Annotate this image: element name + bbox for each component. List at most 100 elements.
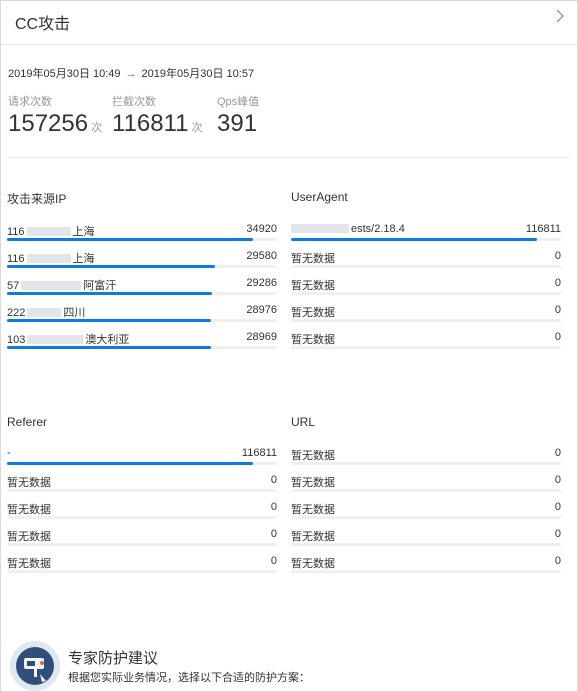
time-start: 2019年05月30日 10:49	[8, 68, 121, 80]
progress-fill	[7, 346, 211, 349]
expert-title: 专家防护建议	[68, 650, 159, 667]
row-value: 0	[270, 528, 277, 540]
progress-fill	[7, 292, 213, 295]
list-item: 暂无数据 0	[291, 501, 561, 528]
ip-location: 阿富汗	[83, 280, 117, 292]
progress-track	[7, 543, 277, 546]
list-item: 暂无数据 0	[291, 277, 561, 304]
progress-track	[291, 346, 561, 349]
row-value: 116811	[241, 447, 277, 459]
expert-avatar-icon	[10, 641, 60, 691]
stat-label: 拦截次数	[112, 96, 156, 108]
row-value: 0	[554, 474, 561, 486]
section-source-ip: 攻击来源IP 116 上海 34920 116 上海 29580 57 阿富汗 292…	[7, 190, 277, 360]
row-key: 暂无数据	[7, 531, 51, 543]
row-value: 0	[270, 501, 277, 513]
row-key: 暂无数据	[7, 558, 51, 570]
close-icon[interactable]	[555, 9, 569, 23]
progress-fill	[7, 238, 253, 241]
progress-track	[291, 265, 561, 268]
section-title: UserAgent	[291, 190, 348, 204]
stat-requests: 请求次数 157256 次	[8, 93, 102, 141]
expert-advice: 专家防护建议 根据您实际业务情况，选择以下合适的防护方案：	[10, 641, 570, 691]
list-item: 暂无数据 0	[7, 501, 277, 528]
list-item: 暂无数据 0	[291, 474, 561, 501]
ip-prefix: 222	[7, 307, 26, 319]
stat-value: 116811	[112, 110, 189, 137]
section-title: Referer	[7, 415, 48, 429]
row-value: 0	[554, 447, 561, 459]
list-item: ests/2.18.4 116811	[291, 223, 561, 250]
ip-location: 四川	[63, 307, 86, 319]
section-title: 攻击来源IP	[7, 192, 67, 206]
row-key: 暂无数据	[7, 504, 51, 516]
stat-qps-peak: Qps峰值 391	[217, 93, 260, 141]
progress-track	[7, 346, 277, 349]
list-item: 103 澳大利亚 28969	[7, 331, 277, 358]
row-value: 0	[554, 304, 561, 316]
list-item: 暂无数据 0	[7, 474, 277, 501]
panel-header: CC攻击	[1, 1, 577, 45]
progress-track	[291, 238, 561, 241]
list-item: 暂无数据 0	[291, 447, 561, 474]
progress-track	[7, 570, 277, 573]
row-value: 29286	[246, 277, 277, 289]
row-value: 0	[554, 277, 561, 289]
list-item: 暂无数据 0	[291, 555, 561, 582]
section-title: URL	[291, 415, 316, 429]
progress-track	[291, 319, 561, 322]
progress-track	[7, 265, 277, 268]
stat-label: 请求次数	[8, 96, 52, 108]
stat-blocked: 拦截次数 116811 次	[112, 93, 203, 141]
row-value: 0	[270, 474, 277, 486]
progress-track	[7, 238, 277, 241]
row-value: 28976	[246, 304, 277, 316]
row-value: 34920	[246, 223, 277, 235]
list-item: 暂无数据 0	[291, 250, 561, 277]
list-item: 116 上海 34920	[7, 223, 277, 250]
stat-value: 391	[217, 110, 258, 137]
row-value: 0	[554, 528, 561, 540]
ip-location: 上海	[72, 253, 95, 265]
stat-value: 157256	[8, 110, 89, 137]
progress-track	[291, 489, 561, 492]
row-value: 0	[554, 555, 561, 567]
row-key: 暂无数据	[291, 531, 335, 543]
row-key: 暂无数据	[291, 307, 335, 319]
arrow-right-icon: →	[125, 68, 137, 80]
row-value: 0	[554, 501, 561, 513]
section-user-agent: UserAgent ests/2.18.4 116811 暂无数据 0 暂无数据…	[291, 190, 561, 360]
ip-location: 上海	[72, 226, 95, 238]
masked-text	[291, 224, 349, 233]
progress-fill	[291, 238, 537, 241]
row-key: 暂无数据	[291, 558, 335, 570]
list-item: 暂无数据 0	[7, 555, 277, 582]
row-key: 暂无数据	[291, 334, 335, 346]
progress-track	[7, 319, 277, 322]
row-value: 0	[554, 250, 561, 262]
row-value: 0	[270, 555, 277, 567]
progress-track	[7, 292, 277, 295]
row-value: 0	[554, 331, 561, 343]
progress-track	[7, 489, 277, 492]
list-item: 57 阿富汗 29286	[7, 277, 277, 304]
masked-text	[26, 254, 71, 263]
row-value: 28969	[246, 331, 277, 343]
expert-description: 根据您实际业务情况，选择以下合适的防护方案：	[68, 672, 310, 684]
list-item: 暂无数据 0	[291, 304, 561, 331]
row-key: 暂无数据	[291, 504, 335, 516]
progress-track	[291, 516, 561, 519]
stat-unit: 次	[91, 122, 103, 134]
divider	[8, 157, 570, 158]
section-referer: Referer - 116811 暂无数据 0 暂无数据 0 暂无数据 0 暂无…	[7, 415, 277, 585]
row-value: 29580	[246, 250, 277, 262]
ip-location: 澳大利亚	[85, 334, 130, 346]
row-key: 暂无数据	[291, 253, 335, 265]
list-item: 222 四川 28976	[7, 304, 277, 331]
progress-track	[7, 462, 277, 465]
progress-fill	[7, 265, 215, 268]
section-url: URL 暂无数据 0 暂无数据 0 暂无数据 0 暂无数据 0 暂无数据 0	[291, 415, 561, 585]
row-key: 暂无数据	[291, 280, 335, 292]
time-end: 2019年05月30日 10:57	[141, 68, 255, 80]
progress-track	[291, 292, 561, 295]
